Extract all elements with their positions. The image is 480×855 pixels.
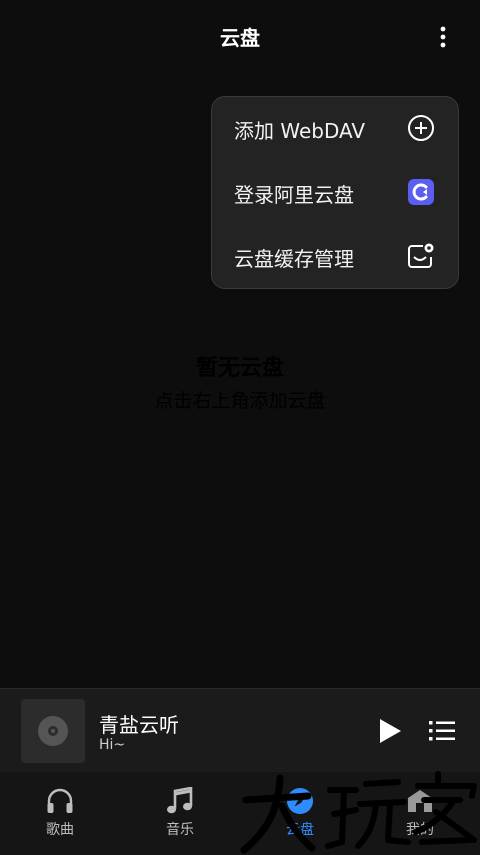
top-bar: 云盘 xyxy=(0,0,480,76)
menu-item-label: 登录阿里云盘 xyxy=(234,183,354,207)
music-note-icon xyxy=(165,786,195,816)
aliyun-drive-icon xyxy=(406,177,436,207)
menu-item-cache-management[interactable]: 云盘缓存管理 xyxy=(212,225,460,289)
tab-label: 我的 xyxy=(406,822,434,838)
more-vertical-icon xyxy=(440,26,446,48)
page-title: 云盘 xyxy=(220,26,260,50)
dropdown-menu: 添加 WebDAV 登录阿里云盘 云盘缓存管理 xyxy=(211,96,459,289)
profile-icon xyxy=(405,786,435,816)
artist-name: Hi~ xyxy=(99,737,126,753)
playlist-button[interactable] xyxy=(426,715,458,747)
album-cover[interactable] xyxy=(21,699,85,763)
playlist-icon xyxy=(429,721,455,741)
tab-label: 歌曲 xyxy=(46,822,74,838)
menu-item-label: 添加 WebDAV xyxy=(234,119,366,143)
mini-player[interactable]: 青盐云听 Hi~ xyxy=(0,688,480,772)
empty-state-hint: 点击右上角添加云盘 xyxy=(154,390,326,412)
tab-label: 音乐 xyxy=(166,822,194,838)
menu-item-label: 云盘缓存管理 xyxy=(234,247,354,271)
headphones-icon xyxy=(45,786,75,816)
disc-icon xyxy=(38,716,68,746)
tab-music[interactable]: 音乐 xyxy=(120,772,240,855)
compass-icon xyxy=(285,786,315,816)
empty-state-title: 暂无云盘 xyxy=(195,356,284,381)
play-icon xyxy=(380,719,401,743)
play-button[interactable] xyxy=(374,715,406,747)
song-title: 青盐云听 xyxy=(99,713,179,737)
tab-mine[interactable]: 我的 xyxy=(360,772,480,855)
tab-label: 云盘 xyxy=(286,822,314,838)
menu-item-aliyun-login[interactable]: 登录阿里云盘 xyxy=(212,161,460,225)
more-options-button[interactable] xyxy=(428,22,458,52)
tab-cloud-drive[interactable]: 云盘 xyxy=(240,772,360,855)
add-circle-icon xyxy=(406,113,436,143)
tab-songs[interactable]: 歌曲 xyxy=(0,772,120,855)
menu-item-add-webdav[interactable]: 添加 WebDAV xyxy=(212,97,460,161)
bottom-tab-bar: 歌曲 音乐 云盘 我的 xyxy=(0,772,480,855)
cache-settings-icon xyxy=(406,241,436,271)
